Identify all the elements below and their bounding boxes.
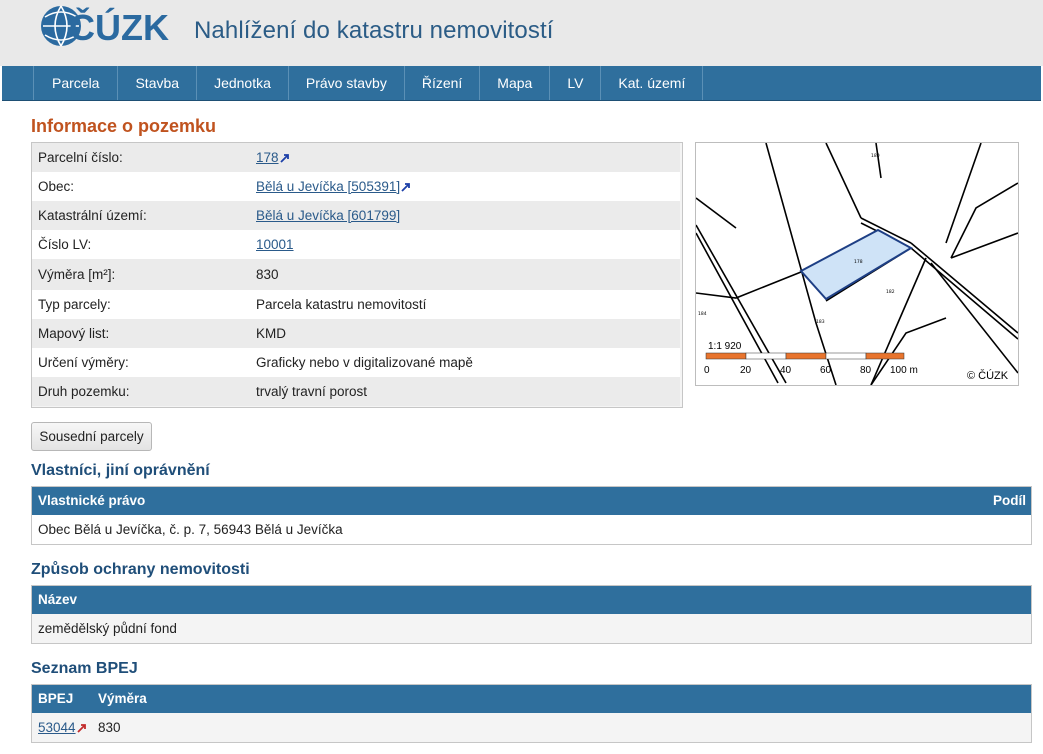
parcel-info-table: Parcelní číslo: 178 Obec: Bělá u Jevíčka… — [31, 142, 683, 408]
nav-item-kat-uzemi[interactable]: Kat. území — [601, 66, 704, 100]
nav-item-mapa[interactable]: Mapa — [480, 66, 551, 100]
main-nav: Parcela Stavba Jednotka Právo stavby Říz… — [2, 66, 1041, 101]
info-value: KMD — [256, 326, 286, 341]
header: ČÚZK Nahlížení do katastru nemovitostí — [0, 0, 1043, 66]
scale-tick: 60 — [820, 365, 832, 376]
bpej-table: BPEJ Výměra 53044 830 — [31, 684, 1032, 743]
app-title: Nahlížení do katastru nemovitostí — [194, 17, 554, 44]
owners-table: Vlastnické právo Podíl Obec Bělá u Jevíč… — [31, 486, 1032, 545]
scale-tick: 40 — [780, 365, 792, 376]
neighbor-parcels-button[interactable]: Sousední parcely — [31, 422, 152, 451]
owners-row: Obec Bělá u Jevíčka, č. p. 7, 56943 Bělá… — [32, 515, 1031, 544]
col-bpej: BPEJ — [38, 691, 74, 706]
info-label: Druh pozemku: — [38, 384, 130, 399]
nav-item-parcela[interactable]: Parcela — [34, 66, 119, 100]
map-parcel-label: 180 — [871, 153, 880, 159]
scale-tick: 80 — [860, 365, 872, 376]
info-label: Výměra [m²]: — [38, 267, 116, 282]
col-name: Název — [38, 592, 78, 607]
map-parcel-label: 178 — [854, 259, 863, 265]
info-row-parcel-number: Parcelní číslo: 178 — [32, 143, 680, 172]
info-title: Informace o pozemku — [31, 116, 217, 136]
map-parcel-label: 182 — [886, 289, 895, 295]
info-label: Typ parcely: — [38, 297, 111, 312]
external-link-icon[interactable] — [279, 153, 290, 163]
map-parcel-label: 184 — [698, 311, 707, 317]
info-label: Určení výměry: — [38, 355, 129, 370]
info-label: Katastrální území: — [38, 208, 147, 223]
nav-list: Parcela Stavba Jednotka Právo stavby Říz… — [33, 66, 704, 100]
map-scale-label: 1:1 920 — [708, 341, 742, 352]
info-value: Parcela katastru nemovitostí — [256, 297, 427, 312]
external-link-icon[interactable] — [76, 723, 87, 733]
info-value: Graficky nebo v digitalizované mapě — [256, 355, 473, 370]
protection-table-header: Název — [32, 586, 1031, 614]
map-canvas[interactable]: 178 180 182 183 184 1:1 920 0 20 40 60 8… — [696, 143, 1018, 385]
scale-tick: 20 — [740, 365, 752, 376]
logo-text: ČÚZK — [69, 6, 169, 48]
info-row-vymera: Výměra [m²]: 830 — [32, 259, 680, 290]
info-row-lv: Číslo LV: 10001 — [32, 230, 680, 259]
nav-item-stavba[interactable]: Stavba — [118, 66, 198, 100]
bpej-table-header: BPEJ Výměra — [32, 685, 1031, 713]
nav-item-pravo-stavby[interactable]: Právo stavby — [289, 66, 405, 100]
map-parcel-label: 183 — [816, 319, 825, 325]
col-ownership-right: Vlastnické právo — [38, 493, 146, 508]
lv-link[interactable]: 10001 — [256, 237, 294, 252]
info-label: Obec: — [38, 179, 75, 194]
protection-row: zemědělský půdní fond — [32, 614, 1031, 643]
obec-link[interactable]: Bělá u Jevíčka [505391] — [256, 179, 400, 194]
bpej-code-link[interactable]: 53044 — [38, 720, 76, 735]
map-copyright: © ČÚZK — [967, 369, 1009, 382]
info-label: Parcelní číslo: — [38, 150, 123, 165]
nav-item-jednotka[interactable]: Jednotka — [197, 66, 289, 100]
info-label: Číslo LV: — [38, 237, 92, 252]
col-area: Výměra — [98, 691, 147, 706]
info-value: 830 — [256, 267, 279, 282]
kat-uzemi-link[interactable]: Bělá u Jevíčka [601799] — [256, 208, 400, 223]
external-link-icon[interactable] — [401, 182, 411, 192]
info-row-typ-parcely: Typ parcely: Parcela katastru nemovitost… — [32, 290, 680, 319]
cuzk-logo[interactable]: ČÚZK — [39, 3, 185, 49]
parcel-map[interactable]: 178 180 182 183 184 1:1 920 0 20 40 60 8… — [695, 142, 1019, 386]
bpej-title: Seznam BPEJ — [31, 660, 138, 677]
info-row-mapovy-list: Mapový list: KMD — [32, 319, 680, 348]
info-value: trvalý travní porost — [256, 384, 368, 399]
info-row-urceni-vymery: Určení výměry: Graficky nebo v digitaliz… — [32, 348, 680, 377]
info-row-kat-uzemi: Katastrální území: Bělá u Jevíčka [60179… — [32, 201, 680, 230]
scale-tick: 100 m — [890, 365, 918, 376]
protection-title: Způsob ochrany nemovitosti — [31, 561, 250, 578]
bpej-area: 830 — [98, 720, 121, 735]
protection-table: Název zemědělský půdní fond — [31, 585, 1032, 644]
nav-item-lv[interactable]: LV — [550, 66, 602, 100]
parcel-number-link[interactable]: 178 — [256, 150, 279, 165]
info-row-obec: Obec: Bělá u Jevíčka [505391] — [32, 172, 680, 201]
nav-item-rizeni[interactable]: Řízení — [405, 66, 481, 100]
col-share: Podíl — [993, 493, 1026, 508]
bpej-row: 53044 830 — [32, 713, 1031, 742]
owners-title: Vlastníci, jiní oprávnění — [31, 462, 210, 479]
scale-tick: 0 — [704, 365, 710, 376]
info-row-druh-pozemku: Druh pozemku: trvalý travní porost — [32, 377, 680, 406]
owners-table-header: Vlastnické právo Podíl — [32, 487, 1031, 515]
owner-name: Obec Bělá u Jevíčka, č. p. 7, 56943 Bělá… — [38, 522, 343, 537]
info-label: Mapový list: — [38, 326, 110, 341]
protection-name: zemědělský půdní fond — [38, 621, 177, 636]
